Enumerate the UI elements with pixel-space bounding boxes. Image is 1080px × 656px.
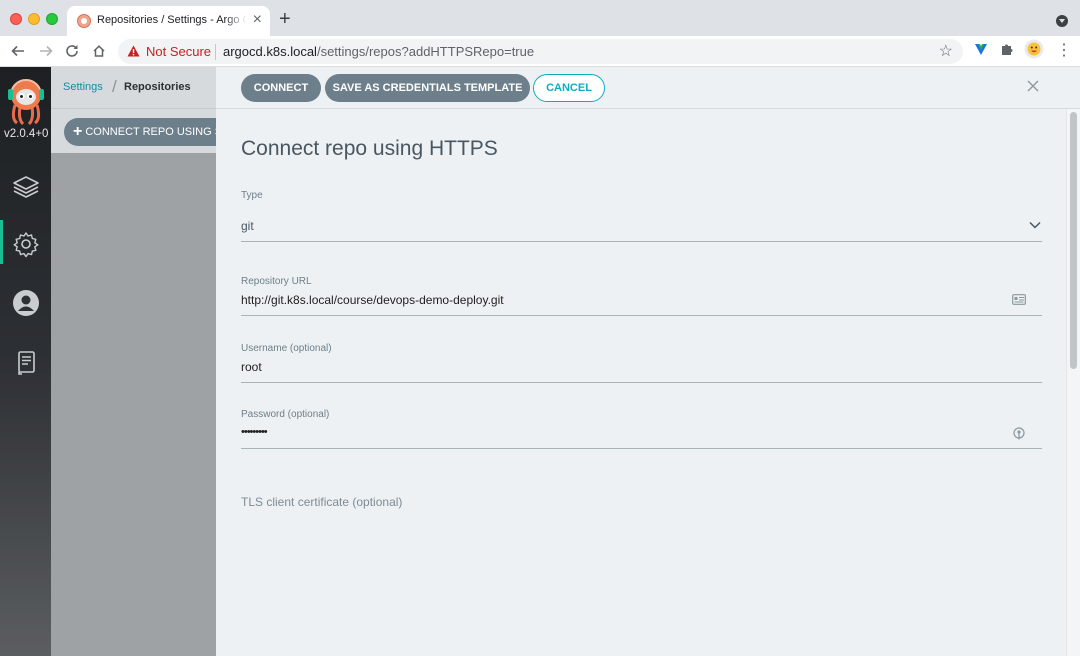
breadcrumb-repositories: Repositories [124,81,191,93]
extensions-puzzle-icon[interactable] [1000,42,1014,56]
window-minimize-button[interactable] [28,13,40,25]
url-text[interactable]: argocd.k8s.local/settings/repos?addHTTPS… [223,44,534,59]
password-underline [241,448,1042,449]
tab-title: Repositories / Settings - Argo CD [97,14,247,26]
password-label: Password (optional) [241,409,330,420]
side-navigation: v2.0.4+0 [0,67,51,656]
repo-url-label: Repository URL [241,276,312,287]
repo-url-input[interactable]: http://git.k8s.local/course/devops-demo-… [241,293,504,307]
breadcrumb-separator: / [112,77,117,96]
user-icon [13,290,39,316]
bookmark-star-icon[interactable]: ☆ [939,41,953,61]
breadcrumb-settings[interactable]: Settings [63,81,103,93]
warning-icon [127,45,140,57]
page-action-bar: + CONNECT REPO USING SSH [51,108,244,153]
forward-arrow-icon[interactable] [36,41,56,61]
argo-favicon-icon [77,14,91,28]
back-arrow-icon[interactable] [8,41,28,61]
url-divider [215,44,216,60]
type-select[interactable]: git [241,219,254,233]
sidebar-item-settings[interactable] [0,220,51,264]
plus-icon: + [73,123,83,140]
reload-icon[interactable] [62,41,82,61]
new-tab-button[interactable]: + [279,9,291,29]
browser-tab-strip: Repositories / Settings - Argo CD × + [0,0,1080,36]
sidebar-item-applications[interactable] [0,163,51,207]
vue-devtools-icon[interactable] [974,42,988,56]
page-top-bar: Settings / Repositories [51,67,216,108]
tab-close-icon[interactable]: × [253,12,262,28]
browser-toolbar: Not Secure argocd.k8s.local/settings/rep… [0,36,1080,67]
version-label: v2.0.4+0 [4,128,49,140]
password-input[interactable]: ••••••••• [241,426,268,438]
book-icon [18,351,35,375]
window-close-button[interactable] [10,13,22,25]
username-input[interactable]: root [241,360,262,374]
sidebar-item-user-info[interactable] [0,279,51,323]
cancel-button[interactable]: CANCEL [533,74,605,102]
panel-title: Connect repo using HTTPS [241,137,498,160]
security-status[interactable]: Not Secure [146,44,211,59]
panel-header: CONNECT SAVE AS CREDENTIALS TEMPLATE CAN… [216,67,1080,109]
username-label: Username (optional) [241,343,332,354]
connect-repo-panel: CONNECT SAVE AS CREDENTIALS TEMPLATE CAN… [216,67,1080,656]
sidebar-item-documentation[interactable] [0,339,51,383]
browser-menu-icon[interactable]: ⋮ [1056,41,1072,61]
argo-logo-icon[interactable] [6,75,46,127]
panel-scrollbar-thumb[interactable] [1070,112,1077,369]
username-underline [241,382,1042,383]
type-underline [241,241,1042,242]
chevron-down-icon[interactable] [1029,221,1041,229]
layers-icon [13,176,39,198]
settings-page: Settings / Repositories + CONNECT REPO US… [51,67,244,656]
tls-certificate-label: TLS client certificate (optional) [241,495,403,509]
password-key-icon[interactable] [1013,427,1025,441]
connect-button[interactable]: CONNECT [241,74,321,102]
type-label: Type [241,190,263,201]
autofill-card-icon[interactable] [1012,294,1026,305]
repo-url-underline [241,315,1042,316]
home-icon[interactable] [89,41,109,61]
window-zoom-button[interactable] [46,13,58,25]
close-icon[interactable] [1026,79,1040,93]
profile-avatar-icon[interactable] [1024,39,1044,59]
save-credentials-template-button[interactable]: SAVE AS CREDENTIALS TEMPLATE [325,74,530,102]
gear-icon [13,232,39,258]
browser-tab[interactable]: Repositories / Settings - Argo CD × [67,6,270,36]
address-bar[interactable]: Not Secure argocd.k8s.local/settings/rep… [118,39,963,64]
tab-search-icon[interactable] [1056,15,1068,27]
argo-app: v2.0.4+0 Settings / Repositories + CONNE… [0,67,1080,656]
